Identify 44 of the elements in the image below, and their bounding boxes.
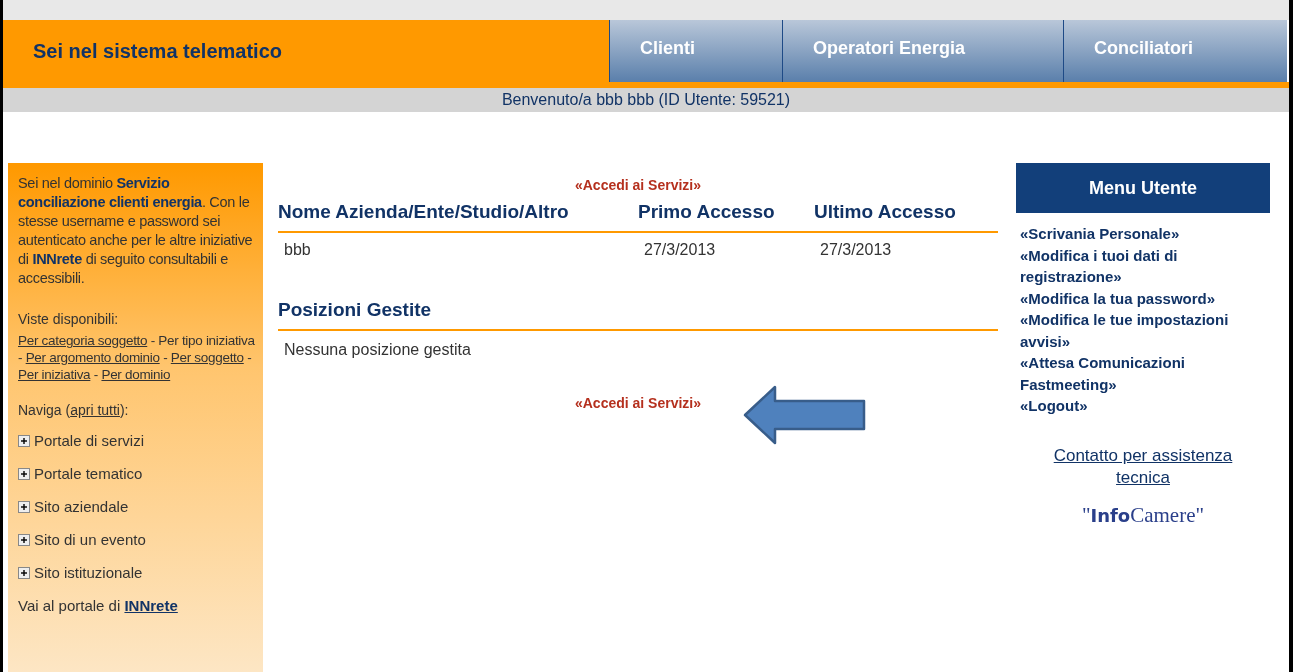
- user-menu-link[interactable]: «Modifica la tua password»: [1020, 287, 1266, 309]
- user-menu-link[interactable]: «Scrivania Personale»: [1020, 223, 1266, 245]
- support-link[interactable]: Contatto per assistenza tecnica: [1016, 444, 1270, 489]
- column-header: Primo Accesso: [638, 201, 776, 223]
- portal-link[interactable]: INNrete: [124, 597, 178, 614]
- user-menu-link[interactable]: «Modifica le tue impostazioni avvisi»: [1020, 309, 1266, 352]
- views-text: Per categoria soggetto - Per tipo iniziativa - Per argomento dominio - Per soggetto - Per iniziativa - Per dominio: [18, 332, 256, 383]
- menu-title: Menu Utente: [1016, 163, 1270, 213]
- access-services-link[interactable]: «Accedi ai Servizi»: [574, 395, 702, 411]
- open-all-link[interactable]: apri tutti: [70, 402, 120, 418]
- view-link[interactable]: Per soggetto: [170, 350, 244, 365]
- company-logo: "InfoCamere": [1080, 502, 1206, 528]
- tree-item[interactable]: Portale tematico: [18, 457, 257, 490]
- left-arrow-icon: [743, 385, 867, 445]
- user-menu-link[interactable]: «Logout»: [1020, 395, 1266, 417]
- plus-icon[interactable]: [18, 533, 30, 546]
- table-cell-text: 27/3/2013: [643, 240, 717, 259]
- plus-icon[interactable]: [18, 500, 30, 513]
- table-cell-text: bbb: [283, 240, 312, 259]
- view-link[interactable]: Per categoria soggetto: [18, 333, 148, 348]
- domain-info: Sei nel dominio Servizio conciliazione clienti energia. Con le stesse username e password sei autenticato anche per le altre iniziative di INNrete di seguito consultabili e accessibili.: [18, 174, 254, 288]
- view-link[interactable]: Per iniziativa: [18, 367, 91, 382]
- plus-icon[interactable]: [18, 434, 30, 447]
- tree-item[interactable]: Sito istituzionale: [18, 556, 257, 589]
- tree-item[interactable]: Sito aziendale: [18, 490, 257, 523]
- views-label: Viste disponibili:: [18, 310, 120, 329]
- navigate-label: Naviga (apri tutti):: [18, 401, 130, 420]
- plus-icon[interactable]: [18, 566, 30, 579]
- view-link[interactable]: Per dominio: [101, 367, 171, 382]
- welcome-bar: Benvenuto/a bbb bbb (ID Utente: 59521): [3, 88, 1289, 112]
- user-menu-link[interactable]: «Attesa Comunicazioni Fastmeeting»: [1020, 352, 1266, 395]
- tree-item[interactable]: Portale di servizi: [18, 424, 257, 457]
- table-cell-text: 27/3/2013: [819, 240, 893, 259]
- column-header: Ultimo Accesso: [814, 201, 957, 223]
- tree-item[interactable]: Sito di un evento: [18, 523, 257, 556]
- site-title: Sei nel sistema telematico: [3, 20, 609, 82]
- section-title: Posizioni Gestite: [278, 299, 998, 331]
- view-link[interactable]: Per argomento dominio: [25, 350, 160, 365]
- access-services-link[interactable]: «Accedi ai Servizi»: [574, 177, 702, 193]
- user-menu-link[interactable]: «Modifica i tuoi dati di registrazione»: [1020, 244, 1266, 288]
- portal-text: Vai al portale di INNrete: [18, 597, 179, 614]
- empty-message: Nessuna posizione gestita: [283, 340, 472, 359]
- plus-icon[interactable]: [18, 467, 30, 480]
- column-header: Nome Azienda/Ente/Studio/Altro: [278, 201, 570, 223]
